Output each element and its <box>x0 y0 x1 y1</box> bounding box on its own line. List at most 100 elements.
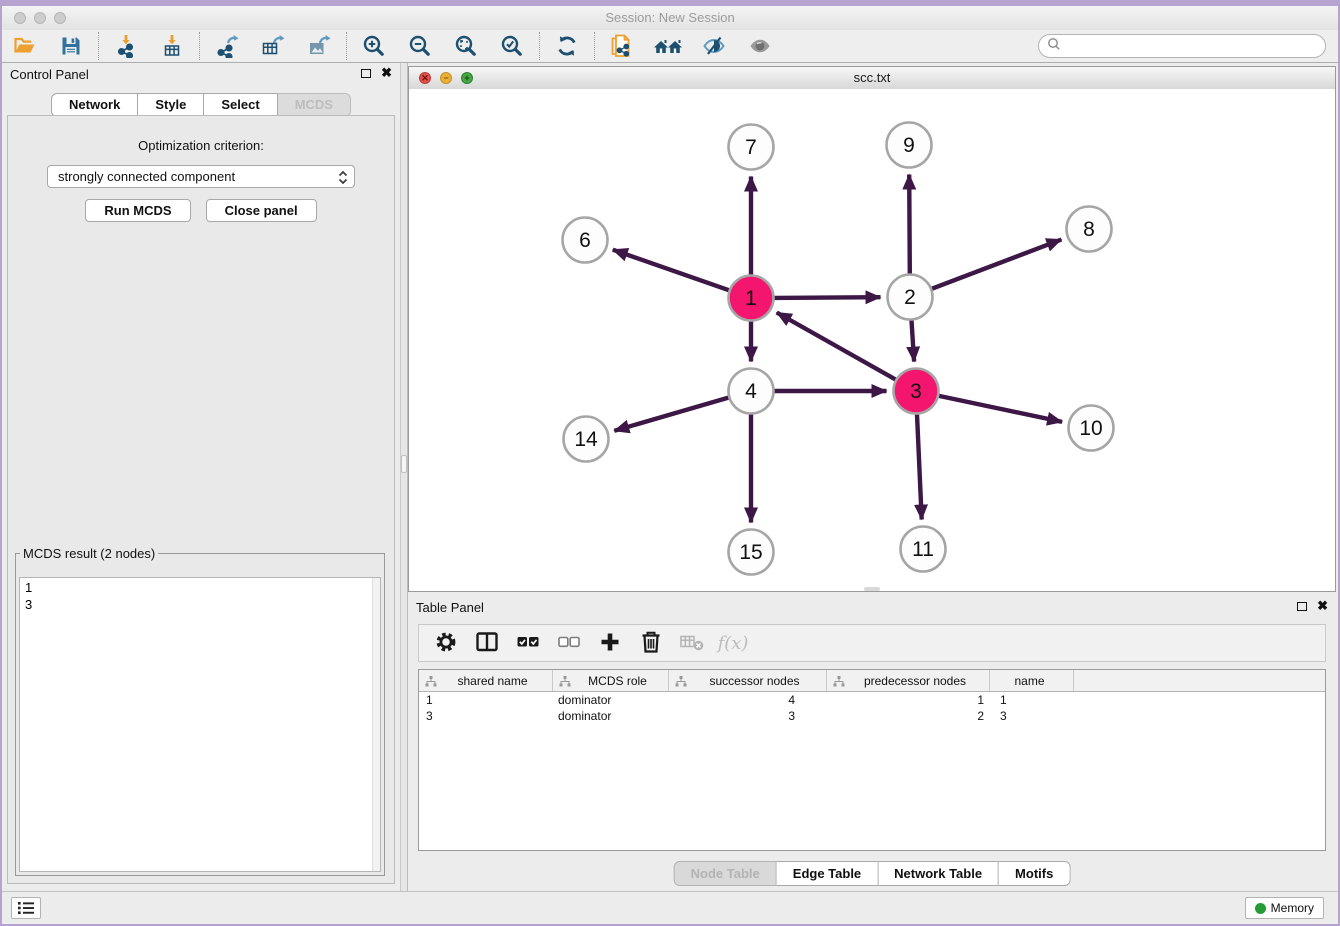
panel-divider[interactable] <box>400 63 408 892</box>
select-all-button[interactable] <box>511 628 545 658</box>
save-button[interactable] <box>56 32 86 60</box>
tab-edge-table[interactable]: Edge Table <box>777 861 878 886</box>
edge-1-6[interactable] <box>613 250 729 291</box>
hide-panels-button[interactable] <box>699 32 729 60</box>
node-7[interactable]: 7 <box>729 125 774 170</box>
result-scrollbar[interactable] <box>372 578 380 871</box>
zoom-selected-button[interactable] <box>497 32 527 60</box>
add-button[interactable] <box>593 628 627 658</box>
close-panel-button[interactable]: Close panel <box>206 199 317 222</box>
node-11[interactable]: 11 <box>901 527 946 572</box>
node-3[interactable]: 3 <box>894 369 939 414</box>
float-table-panel-icon[interactable] <box>1297 602 1307 611</box>
edge-2-8[interactable] <box>932 240 1061 289</box>
network-from-file-button[interactable] <box>607 32 637 60</box>
criterion-select[interactable]: strongly connected component <box>47 165 355 188</box>
column-header-shared-name[interactable]: shared name <box>419 670 553 691</box>
table-cell[interactable]: 1 <box>827 692 990 708</box>
network-canvas[interactable]: 7 9 6 8 1 2 4 3 14 10 15 11 <box>409 89 1335 591</box>
zoom-out-button[interactable] <box>405 32 435 60</box>
tab-style[interactable]: Style <box>138 93 204 117</box>
zoom-in-button[interactable] <box>359 32 389 60</box>
open-folder-button[interactable] <box>10 32 40 60</box>
column-header-MCDS-role[interactable]: MCDS role <box>553 670 669 691</box>
export-table-button[interactable] <box>258 32 288 60</box>
edge-3-11[interactable] <box>917 415 922 520</box>
node-1[interactable]: 1 <box>729 276 774 321</box>
column-header-predecessor-nodes[interactable]: predecessor nodes <box>827 670 990 691</box>
mcds-result-legend: MCDS result (2 nodes) <box>20 546 158 561</box>
table-row[interactable]: 1dominator411 <box>419 692 1325 708</box>
network-window-titlebar[interactable]: ✕ − + scc.txt <box>409 67 1335 90</box>
table-cell[interactable]: 2 <box>827 708 990 724</box>
export-network-button[interactable] <box>212 32 242 60</box>
node-9[interactable]: 9 <box>887 123 932 168</box>
table-cell[interactable]: dominator <box>553 692 669 708</box>
window-title: Session: New Session <box>2 6 1338 30</box>
table-cell[interactable]: 4 <box>669 692 827 708</box>
delete-button[interactable] <box>634 628 668 658</box>
node-15[interactable]: 15 <box>729 530 774 575</box>
memory-button[interactable]: Memory <box>1245 897 1324 919</box>
table-cell[interactable]: 3 <box>990 708 1074 724</box>
export-image-button[interactable] <box>304 32 334 60</box>
node-8[interactable]: 8 <box>1067 207 1112 252</box>
edge-4-14[interactable] <box>614 398 728 431</box>
zoom-fit-button[interactable] <box>451 32 481 60</box>
tab-motifs[interactable]: Motifs <box>999 861 1070 886</box>
search-input[interactable] <box>1065 36 1325 56</box>
import-network-button[interactable] <box>111 32 141 60</box>
task-history-button[interactable] <box>11 897 41 919</box>
table-cell[interactable]: 1 <box>990 692 1074 708</box>
network-graph[interactable]: 7 9 6 8 1 2 4 3 14 10 15 11 <box>409 89 1331 591</box>
gear-button[interactable] <box>429 628 463 658</box>
canvas-grip-icon[interactable] <box>864 587 880 591</box>
table-cell[interactable]: 1 <box>419 692 553 708</box>
edge-1-2[interactable] <box>775 297 881 298</box>
svg-text:10: 10 <box>1079 417 1102 440</box>
tab-network-table[interactable]: Network Table <box>878 861 999 886</box>
search-box[interactable] <box>1038 34 1326 58</box>
float-panel-icon[interactable] <box>361 69 371 78</box>
mcds-result-text[interactable]: 1 3 <box>19 577 381 872</box>
node-2[interactable]: 2 <box>888 275 933 320</box>
table-cell[interactable]: dominator <box>553 708 669 724</box>
svg-text:4: 4 <box>745 380 757 403</box>
close-table-panel-icon[interactable]: ✖ <box>1317 600 1328 612</box>
svg-text:9: 9 <box>903 134 915 157</box>
open-folder-icon <box>12 34 38 58</box>
edge-2-3[interactable] <box>912 321 915 362</box>
node-6[interactable]: 6 <box>563 218 608 263</box>
show-panels-icon <box>747 34 773 58</box>
edge-3-10[interactable] <box>939 396 1062 422</box>
edge-3-1[interactable] <box>777 313 896 380</box>
node-10[interactable]: 10 <box>1069 406 1114 451</box>
deselect-all-button[interactable] <box>552 628 586 658</box>
column-header-successor-nodes[interactable]: successor nodes <box>669 670 827 691</box>
show-panels-button[interactable] <box>745 32 775 60</box>
table-cell[interactable]: 3 <box>669 708 827 724</box>
close-panel-icon[interactable]: ✖ <box>381 67 392 79</box>
tab-node-table[interactable]: Node Table <box>674 861 777 886</box>
table-tabs: Node TableEdge TableNetwork TableMotifs <box>674 861 1071 886</box>
table-row[interactable]: 3dominator323 <box>419 708 1325 724</box>
table-cell[interactable]: 3 <box>419 708 553 724</box>
node-table[interactable]: shared nameMCDS rolesuccessor nodesprede… <box>418 669 1326 851</box>
tab-network[interactable]: Network <box>51 93 138 117</box>
refresh-button[interactable] <box>552 32 582 60</box>
node-4[interactable]: 4 <box>729 369 774 414</box>
divider-grip-icon[interactable] <box>401 455 407 473</box>
column-header-name[interactable]: name <box>990 670 1074 691</box>
table-toolbar: f(x) <box>418 624 1326 662</box>
edge-2-9[interactable] <box>909 175 910 274</box>
export-image-icon <box>306 34 332 58</box>
node-14[interactable]: 14 <box>564 417 609 462</box>
tab-select[interactable]: Select <box>204 93 277 117</box>
run-mcds-button[interactable]: Run MCDS <box>85 199 190 222</box>
toolbar-group <box>111 32 187 60</box>
tab-mcds[interactable]: MCDS <box>278 93 351 117</box>
home-button[interactable] <box>653 32 683 60</box>
split-pane-button[interactable] <box>470 628 504 658</box>
import-table-button[interactable] <box>157 32 187 60</box>
toolbar-separator <box>539 32 540 60</box>
